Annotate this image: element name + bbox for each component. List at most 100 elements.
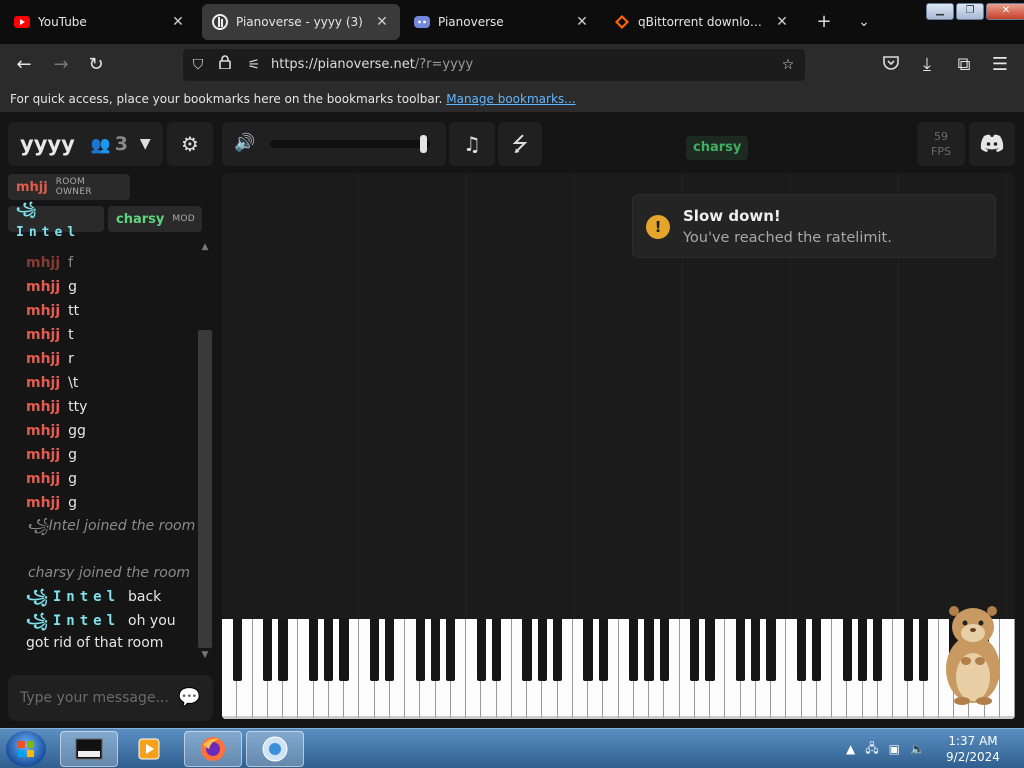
black-key[interactable] (369, 619, 380, 681)
speaker-icon[interactable]: 🔊 (234, 133, 255, 153)
maximize-icon[interactable]: ❐ (956, 3, 984, 20)
show-hidden-icons-arrow[interactable]: ▲ (846, 742, 855, 756)
black-key[interactable] (476, 619, 486, 681)
black-key[interactable] (385, 619, 395, 681)
window-close-icon[interactable]: ✕ (986, 3, 1024, 20)
manage-bookmarks-link[interactable]: Manage bookmarks... (446, 92, 575, 106)
black-key[interactable] (537, 619, 547, 681)
user-count: 3 (114, 133, 128, 155)
user-name: ꧁Intel (16, 202, 81, 240)
volume-icon[interactable]: 🔈 (910, 742, 925, 756)
volume-thumb[interactable] (419, 135, 427, 153)
tab-title: Pianoverse (438, 15, 504, 29)
chat-scrollbar[interactable]: ▲ ▼ (196, 242, 212, 662)
black-key[interactable] (339, 619, 349, 681)
scrollbar-thumb[interactable] (198, 330, 212, 648)
settings-button[interactable]: ⚙ (167, 122, 213, 166)
send-bubble-icon[interactable]: 💬 (178, 687, 200, 709)
black-key[interactable] (232, 619, 242, 681)
shield-icon[interactable]: ⛉ (187, 53, 209, 77)
volume-slider[interactable] (270, 135, 430, 153)
taskbar-media-player[interactable] (120, 731, 178, 767)
black-key[interactable] (324, 619, 334, 681)
midi-usb-button[interactable]: ⭍ (498, 122, 542, 166)
chat-log[interactable]: mhjj f mhjj g mhjj tt mhjj t mhjj r mhjj \t mh… (8, 242, 213, 662)
close-icon[interactable]: ✕ (774, 14, 790, 30)
system-message: charsy joined the room (27, 565, 191, 581)
chevron-down-icon: ▼ (139, 136, 151, 152)
black-key[interactable] (415, 619, 425, 681)
black-key[interactable] (842, 619, 852, 681)
scroll-up-icon[interactable]: ▲ (198, 242, 212, 252)
discord-button[interactable] (969, 122, 1015, 166)
system-message: ꧁Intel joined the room (26, 518, 196, 534)
start-button[interactable] (6, 731, 46, 767)
room-selector[interactable]: yyyy 👥 3 ▼ (8, 122, 163, 166)
monitor-icon[interactable]: ▣ (889, 742, 900, 756)
permissions-icon[interactable]: ⚟ (243, 53, 265, 77)
music-button[interactable]: ♫ (449, 122, 495, 166)
user-chip-mhjj[interactable]: mhjj ROOM OWNER (8, 174, 130, 200)
chat-message-input[interactable] (20, 687, 180, 709)
download-icon[interactable]: ⤓ (915, 53, 939, 77)
taskbar-clock[interactable]: 1:37 AM 9/2/2024 (946, 733, 1000, 765)
black-key[interactable] (690, 619, 700, 681)
black-key[interactable] (735, 619, 746, 681)
list-tabs-chevron-icon[interactable]: ⌄ (852, 10, 876, 34)
menu-icon[interactable]: ☰ (988, 53, 1012, 77)
black-key[interactable] (705, 619, 715, 681)
scroll-down-icon[interactable]: ▼ (198, 650, 212, 660)
black-key[interactable] (598, 619, 608, 681)
users-icon: 👥 (90, 134, 111, 154)
chat-input-box[interactable]: 💬 (8, 675, 213, 721)
back-arrow-icon[interactable]: ← (12, 53, 36, 77)
piano-keyboard[interactable] (222, 619, 1015, 719)
user-chip-charsy[interactable]: charsy MOD (108, 206, 202, 232)
black-key[interactable] (491, 619, 502, 681)
black-key[interactable] (812, 619, 822, 681)
user-chip-intel[interactable]: ꧁Intel (8, 202, 104, 240)
extensions-icon[interactable]: ⧉ (952, 53, 976, 77)
pocket-icon[interactable] (879, 53, 903, 77)
forward-arrow-icon[interactable]: → (49, 53, 73, 77)
tab-pianoverse-discord[interactable]: Pianoverse ✕ (404, 4, 600, 40)
black-key[interactable] (751, 619, 761, 681)
black-key[interactable] (446, 619, 456, 681)
bookmarks-hint: For quick access, place your bookmarks h… (10, 92, 443, 106)
black-key[interactable] (583, 619, 593, 681)
tab-pianoverse[interactable]: Pianoverse - yyyy (3) ✕ (202, 4, 400, 40)
bookmark-star-icon[interactable]: ☆ (777, 53, 799, 77)
windows-taskbar: ▲ 🖧 ▣ 🔈 1:37 AM 9/2/2024 (0, 728, 1024, 768)
url-bar[interactable]: ⛉ ⚟ https://pianoverse.net/?r=yyyy ☆ (183, 49, 805, 81)
new-tab-plus-icon[interactable]: + (812, 10, 836, 34)
black-key[interactable] (903, 619, 913, 681)
black-key[interactable] (873, 619, 883, 681)
tab-qbittorrent[interactable]: qBittorrent download | Sou ✕ (604, 4, 800, 40)
close-icon[interactable]: ✕ (574, 14, 590, 30)
taskbar-piano-app[interactable] (60, 731, 118, 767)
tab-youtube[interactable]: YouTube ✕ (4, 4, 196, 40)
minimize-icon[interactable]: ▁ (926, 3, 954, 20)
taskbar-control-panel[interactable] (246, 731, 304, 767)
black-key[interactable] (522, 619, 532, 681)
black-key[interactable] (659, 619, 669, 681)
black-key[interactable] (918, 619, 929, 681)
black-key[interactable] (644, 619, 654, 681)
url-text[interactable]: https://pianoverse.net/?r=yyyy (271, 57, 473, 72)
network-icon[interactable]: 🖧 (865, 739, 878, 760)
close-icon[interactable]: ✕ (374, 14, 390, 30)
black-key[interactable] (857, 619, 868, 681)
lock-icon[interactable] (214, 53, 236, 77)
clock-time: 1:37 AM (948, 734, 998, 748)
black-key[interactable] (629, 619, 639, 681)
black-key[interactable] (278, 619, 288, 681)
black-key[interactable] (263, 619, 273, 681)
black-key[interactable] (430, 619, 441, 681)
black-key[interactable] (552, 619, 563, 681)
black-key[interactable] (308, 619, 319, 681)
black-key[interactable] (796, 619, 807, 681)
black-key[interactable] (766, 619, 776, 681)
reload-icon[interactable]: ↻ (84, 53, 108, 77)
taskbar-firefox[interactable] (184, 731, 242, 767)
close-icon[interactable]: ✕ (170, 14, 186, 30)
